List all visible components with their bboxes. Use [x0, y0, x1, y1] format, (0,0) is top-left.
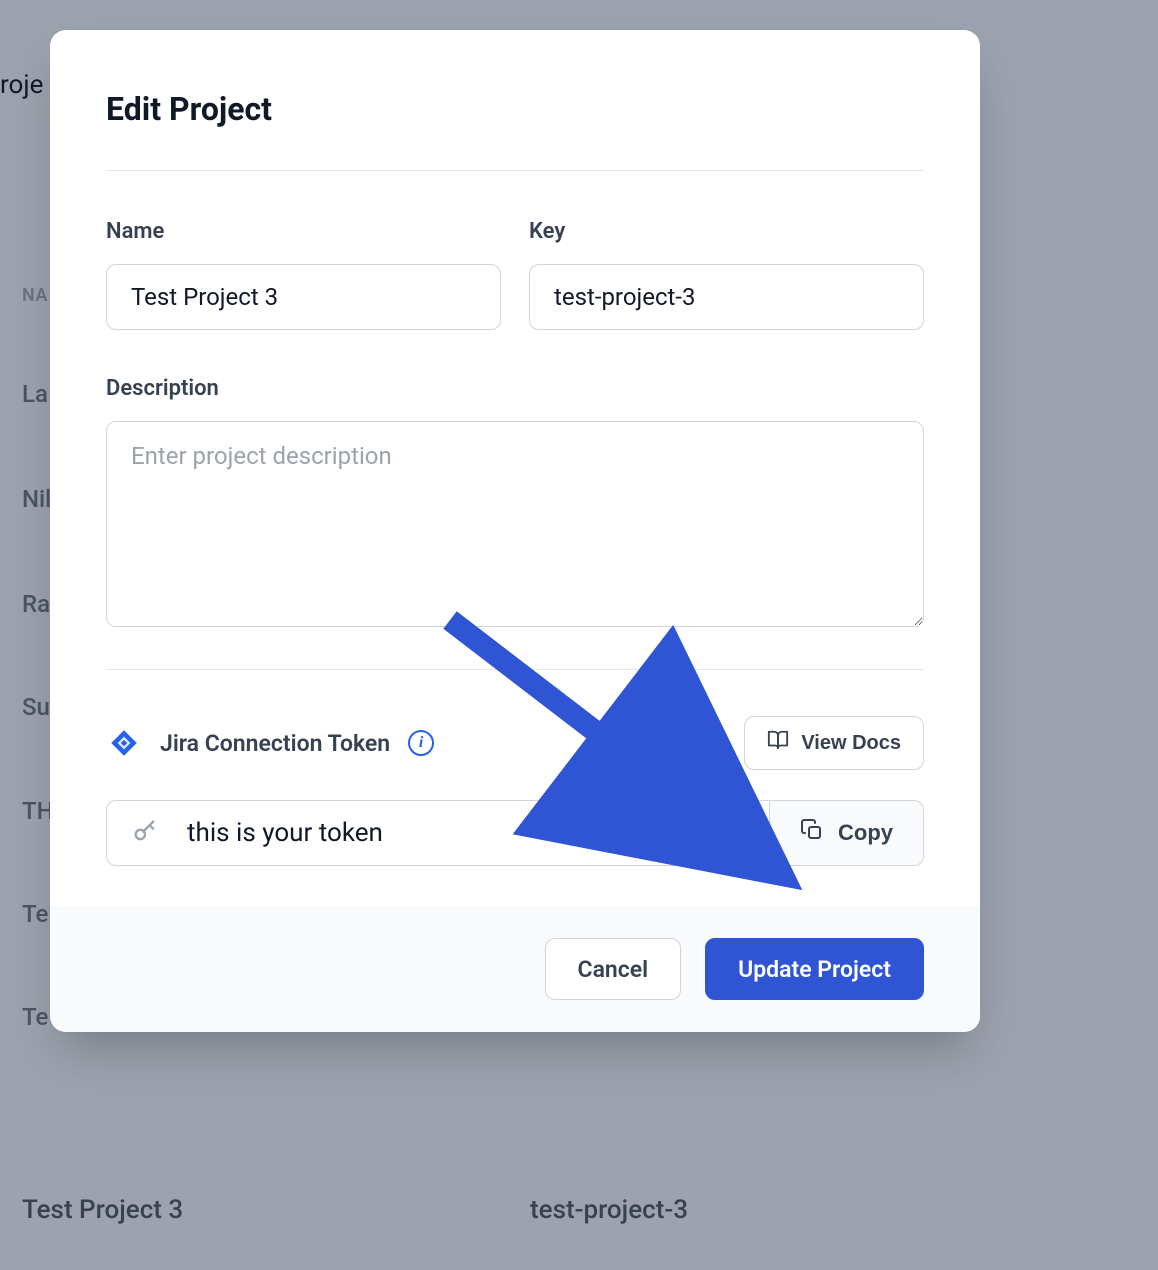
cancel-button[interactable]: Cancel — [545, 938, 682, 1000]
description-label: Description — [106, 376, 924, 401]
modal-footer: Cancel Update Project — [50, 906, 980, 1032]
copy-button[interactable]: Copy — [769, 801, 923, 865]
bg-bottom-row: Test Project 3 test-project-3 — [0, 1150, 1158, 1270]
update-project-button[interactable]: Update Project — [705, 938, 924, 1000]
token-input[interactable] — [187, 818, 745, 848]
modal-title: Edit Project — [106, 90, 924, 128]
bg-bottom-name: Test Project 3 — [22, 1195, 183, 1225]
description-field-group: Description — [106, 376, 924, 627]
divider — [106, 170, 924, 171]
edit-project-modal: Edit Project Name Key Description — [50, 30, 980, 1032]
name-input[interactable] — [106, 264, 501, 330]
key-field-group: Key — [529, 219, 924, 330]
bg-row-fragment: La — [22, 380, 48, 408]
key-icon — [131, 817, 159, 849]
name-field-group: Name — [106, 219, 501, 330]
view-docs-label: View Docs — [801, 732, 901, 755]
info-icon[interactable]: i — [408, 730, 434, 756]
bg-row-fragment: Te — [22, 900, 48, 928]
bg-column-header: NA — [22, 285, 48, 306]
copy-icon — [800, 818, 824, 848]
bg-row-fragment: Ra — [22, 590, 50, 618]
jira-icon — [106, 725, 142, 761]
bg-row-fragment: Nil — [22, 485, 51, 513]
book-icon — [767, 729, 789, 757]
jira-token-label: Jira Connection Token — [160, 730, 390, 757]
name-label: Name — [106, 219, 501, 244]
jira-token-header: Jira Connection Token i View Docs — [106, 716, 924, 770]
key-label: Key — [529, 219, 924, 244]
bg-row-fragment: TH — [22, 797, 54, 825]
bg-bottom-key: test-project-3 — [530, 1195, 688, 1225]
token-input-row: Copy — [106, 800, 924, 866]
description-textarea[interactable] — [106, 421, 924, 627]
copy-label: Copy — [838, 820, 893, 846]
bg-row-fragment: Su — [22, 693, 50, 721]
bg-row-fragment: Te — [22, 1003, 48, 1031]
divider — [106, 669, 924, 670]
key-input[interactable] — [529, 264, 924, 330]
view-docs-button[interactable]: View Docs — [744, 716, 924, 770]
